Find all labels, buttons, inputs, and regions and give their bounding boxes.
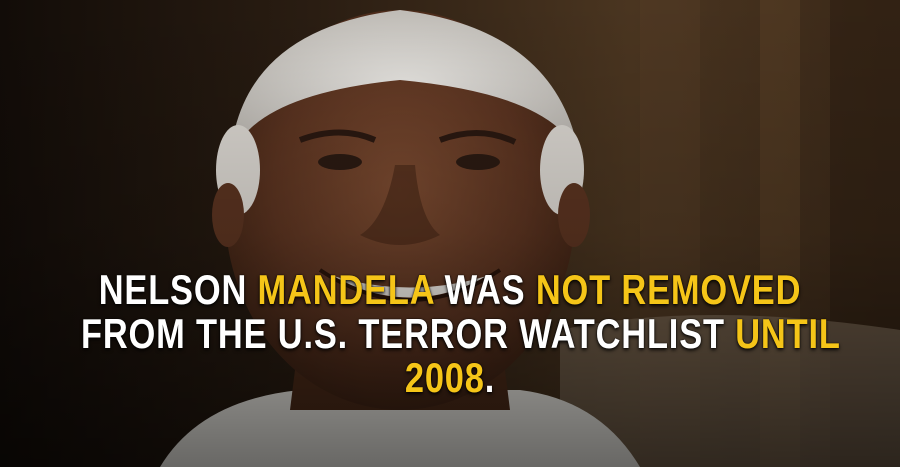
caption-highlight-text: UNTIL bbox=[735, 310, 841, 357]
caption-highlight-text: NOT REMOVED bbox=[535, 266, 802, 313]
caption-highlight-text: MANDELA bbox=[257, 266, 435, 313]
caption-line: NELSON MANDELA WAS NOT REMOVED bbox=[81, 268, 819, 312]
fact-caption: NELSON MANDELA WAS NOT REMOVED FROM THE U… bbox=[81, 268, 840, 400]
caption-line: 2008. bbox=[81, 356, 819, 400]
caption-text: . bbox=[484, 354, 496, 401]
fact-image: NELSON MANDELA WAS NOT REMOVED FROM THE U… bbox=[0, 0, 900, 467]
caption-text: FROM THE U.S. TERROR WATCHLIST bbox=[81, 310, 736, 357]
caption-text: WAS bbox=[434, 266, 536, 313]
caption-highlight-text: 2008 bbox=[404, 354, 485, 401]
caption-line: FROM THE U.S. TERROR WATCHLIST UNTIL bbox=[81, 310, 840, 357]
caption-text: NELSON bbox=[98, 266, 258, 313]
